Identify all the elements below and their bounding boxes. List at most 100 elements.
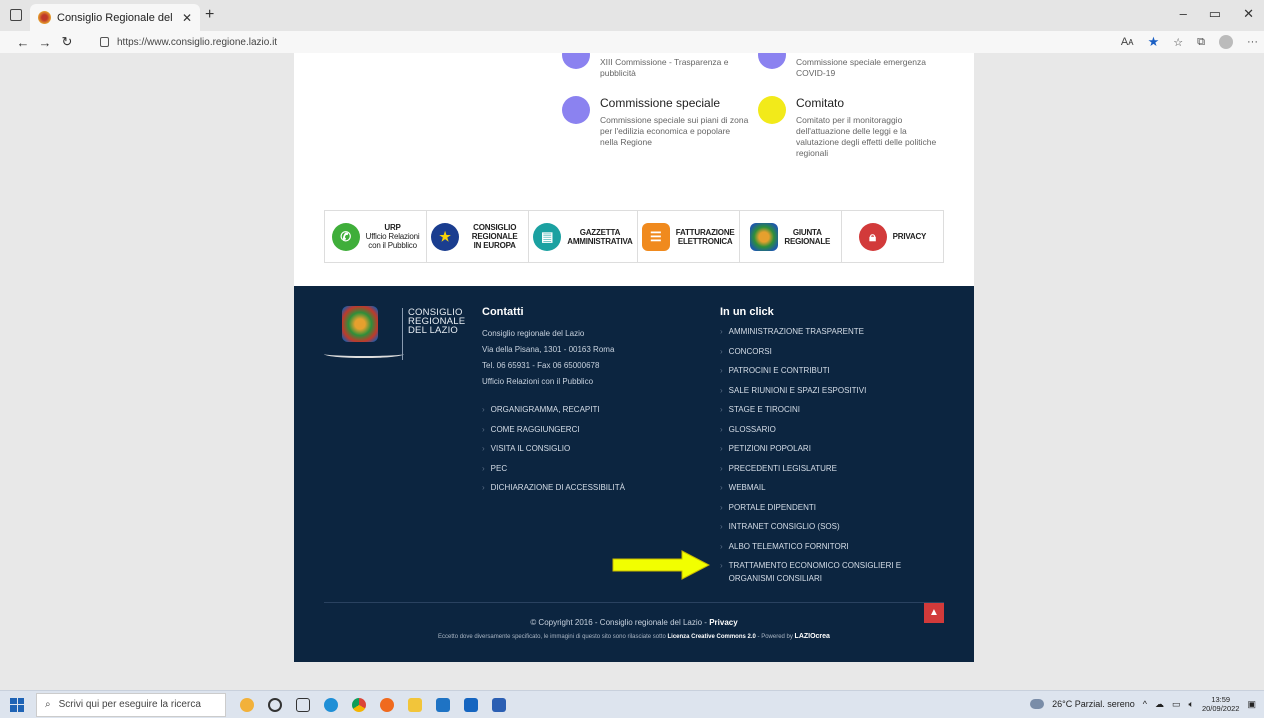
refresh-icon[interactable]: ↻ — [56, 34, 78, 50]
laziocrea-link[interactable]: LAZIOcrea — [795, 633, 830, 640]
footer-link[interactable]: › GLOSSARIO — [720, 420, 920, 440]
footer-link[interactable]: › PETIZIONI POPOLARI — [720, 439, 920, 459]
tab-close-icon[interactable]: ✕ — [182, 11, 192, 25]
search-highlight-icon[interactable] — [240, 697, 254, 712]
cortana-icon[interactable] — [268, 697, 282, 712]
forward-icon[interactable]: → — [34, 35, 56, 50]
windows-start-icon[interactable] — [10, 697, 24, 712]
footer-link[interactable]: › PRECEDENTI LEGISLATURE — [720, 459, 920, 479]
footer-link[interactable]: › PEC — [482, 459, 692, 479]
commission-item[interactable]: Commissione speciale Commissione special… — [562, 96, 750, 148]
task-view-icon[interactable] — [296, 697, 310, 712]
commission-item[interactable]: Commissione speciale emergenza COVID-19 — [758, 53, 946, 79]
banner-label: AMMINISTRATIVA — [567, 236, 633, 246]
footer-link[interactable]: › PATROCINI E CONTRIBUTI — [720, 361, 920, 381]
banner-gazzetta[interactable]: ▤ GAZZETTA AMMINISTRATIVA — [529, 211, 638, 262]
footer-link[interactable]: › WEBMAIL — [720, 478, 920, 498]
read-aloud-icon[interactable]: Aᴀ — [1121, 36, 1134, 48]
banner-giunta[interactable]: GIUNTA REGIONALE — [740, 211, 842, 262]
banner-label: GIUNTA — [792, 227, 822, 237]
chevron-right-icon: › — [720, 366, 723, 375]
privacy-link[interactable]: Privacy — [709, 618, 737, 627]
file-explorer-icon[interactable] — [408, 697, 422, 712]
page-viewport: XIII Commissione - Trasparenza e pubblic… — [0, 53, 1264, 690]
favorite-star-icon[interactable]: ★ — [1148, 34, 1160, 50]
banner-label: URP — [384, 223, 401, 232]
tab-actions-icon[interactable] — [10, 9, 22, 21]
commission-item[interactable]: XIII Commissione - Trasparenza e pubblic… — [562, 53, 750, 79]
footer-link[interactable]: › CONCORSI — [720, 342, 920, 362]
commission-dot-icon — [562, 53, 590, 69]
chevron-right-icon: › — [720, 444, 723, 453]
edge-icon[interactable] — [324, 697, 338, 712]
clock[interactable]: 13:59 20/09/2022 — [1202, 695, 1240, 713]
browser-tab[interactable]: Consiglio Regionale del Lazio - ✕ — [30, 4, 200, 31]
footer-link[interactable]: › AMMINISTRAZIONE TRASPARENTE — [720, 322, 920, 342]
outlook-icon[interactable] — [464, 697, 478, 712]
license-text: Eccetto dove diversamente specificato, l… — [438, 634, 668, 640]
site-footer: CONSIGLIO REGIONALE DEL LAZIO Contatti C… — [294, 286, 974, 662]
page-content: XIII Commissione - Trasparenza e pubblic… — [294, 53, 974, 662]
taskbar-search[interactable]: ⌕ Scrivi qui per eseguire la ricerca — [36, 692, 226, 717]
footer-link[interactable]: › ORGANIGRAMMA, RECAPITI — [482, 400, 692, 420]
restore-icon[interactable]: ▭ — [1209, 6, 1221, 22]
mail-icon[interactable] — [436, 697, 450, 712]
volume-icon[interactable]: 🔈︎ — [1189, 699, 1194, 710]
chevron-right-icon: › — [482, 424, 485, 434]
banner-label: ELETTRONICA — [677, 236, 733, 246]
chevron-right-icon: › — [720, 405, 723, 414]
url-text: https://www.consiglio.regione.lazio.it — [117, 36, 278, 48]
footer-link[interactable]: › PORTALE DIPENDENTI — [720, 498, 920, 518]
banner-europa[interactable]: ★ CONSIGLIO REGIONALE IN EUROPA — [427, 211, 530, 262]
contatti-column: Contatti Consiglio regionale del Lazio V… — [482, 306, 692, 498]
creative-commons-link[interactable]: Licenza Creative Commons 2.0 — [667, 634, 755, 640]
footer-link[interactable]: › COME RAGGIUNGERCI — [482, 420, 692, 440]
minimize-icon[interactable]: – — [1180, 6, 1187, 22]
banner-fatturazione[interactable]: ☰ FATTURAZIONE ELETTRONICA — [638, 211, 740, 262]
footer-link-label: CONCORSI — [728, 346, 772, 356]
chevron-right-icon: › — [482, 444, 485, 453]
copyright-line: © Copyright 2016 - Consiglio regionale d… — [294, 618, 974, 627]
close-window-icon[interactable]: ✕ — [1243, 6, 1254, 22]
commission-title: Comitato — [796, 96, 845, 110]
weather-icon — [1030, 699, 1045, 709]
contact-line[interactable]: Ufficio Relazioni con il Pubblico — [482, 374, 692, 390]
banner-privacy[interactable]: 🔒︎ PRIVACY — [842, 211, 943, 262]
footer-link[interactable]: › STAGE E TIROCINI — [720, 400, 920, 420]
notifications-icon[interactable]: ▣ — [1247, 699, 1256, 710]
footer-link[interactable]: › INTRANET CONSIGLIO (SOS) — [720, 517, 920, 537]
footer-link-label: PETIZIONI POPOLARI — [728, 444, 811, 453]
footer-link[interactable]: › DICHIARAZIONE DI ACCESSIBILITÀ — [482, 478, 692, 498]
new-tab-icon[interactable]: + — [205, 6, 214, 24]
footer-link-highlighted[interactable]: › TRATTAMENTO ECONOMICO CONSIGLIERI E ORG… — [720, 556, 920, 585]
tray-chevron-up-icon[interactable]: ^ — [1143, 699, 1147, 709]
onedrive-icon[interactable]: ☁ — [1155, 699, 1164, 710]
more-icon[interactable]: ··· — [1247, 36, 1258, 48]
banner-urp[interactable]: ✆ URP Ufficio Relazioni con il Pubblico — [325, 211, 428, 262]
banner-label: Ufficio Relazioni — [365, 232, 420, 241]
footer-link-label: PEC — [490, 463, 508, 473]
eu-stars-icon: ★ — [431, 222, 460, 251]
back-icon[interactable]: ← — [12, 35, 34, 50]
footer-link-label: GLOSSARIO — [728, 424, 776, 434]
chevron-right-icon: › — [482, 483, 485, 492]
book-icon: ▤ — [533, 222, 562, 251]
logo-text: DEL LAZIO — [408, 325, 459, 336]
network-icon[interactable]: ▭ — [1172, 699, 1181, 710]
chevron-right-icon: › — [720, 483, 723, 492]
footer-link[interactable]: › SALE RIUNIONI E SPAZI ESPOSITIVI — [720, 381, 920, 401]
favorites-icon[interactable]: ☆ — [1173, 36, 1183, 49]
chrome-icon[interactable] — [352, 697, 366, 712]
word-icon[interactable] — [492, 697, 506, 712]
commission-desc: XIII Commissione - Trasparenza e pubblic… — [600, 57, 729, 78]
address-field[interactable]: https://www.consiglio.regione.lazio.it — [100, 37, 277, 48]
firefox-icon[interactable] — [380, 697, 394, 712]
footer-link[interactable]: › ALBO TELEMATICO FORNITORI — [720, 537, 920, 557]
profile-avatar[interactable] — [1219, 35, 1233, 49]
consiglio-logo[interactable]: CONSIGLIO REGIONALE DEL LAZIO — [324, 306, 466, 362]
search-placeholder: Scrivi qui per eseguire la ricerca — [58, 699, 201, 710]
commission-item[interactable]: Comitato Comitato per il monitoraggio de… — [758, 96, 946, 159]
footer-link[interactable]: › VISITA IL CONSIGLIO — [482, 439, 692, 459]
weather-text[interactable]: 26°C Parzial. sereno — [1052, 699, 1135, 709]
collections-icon[interactable]: ⧉ — [1197, 36, 1205, 49]
